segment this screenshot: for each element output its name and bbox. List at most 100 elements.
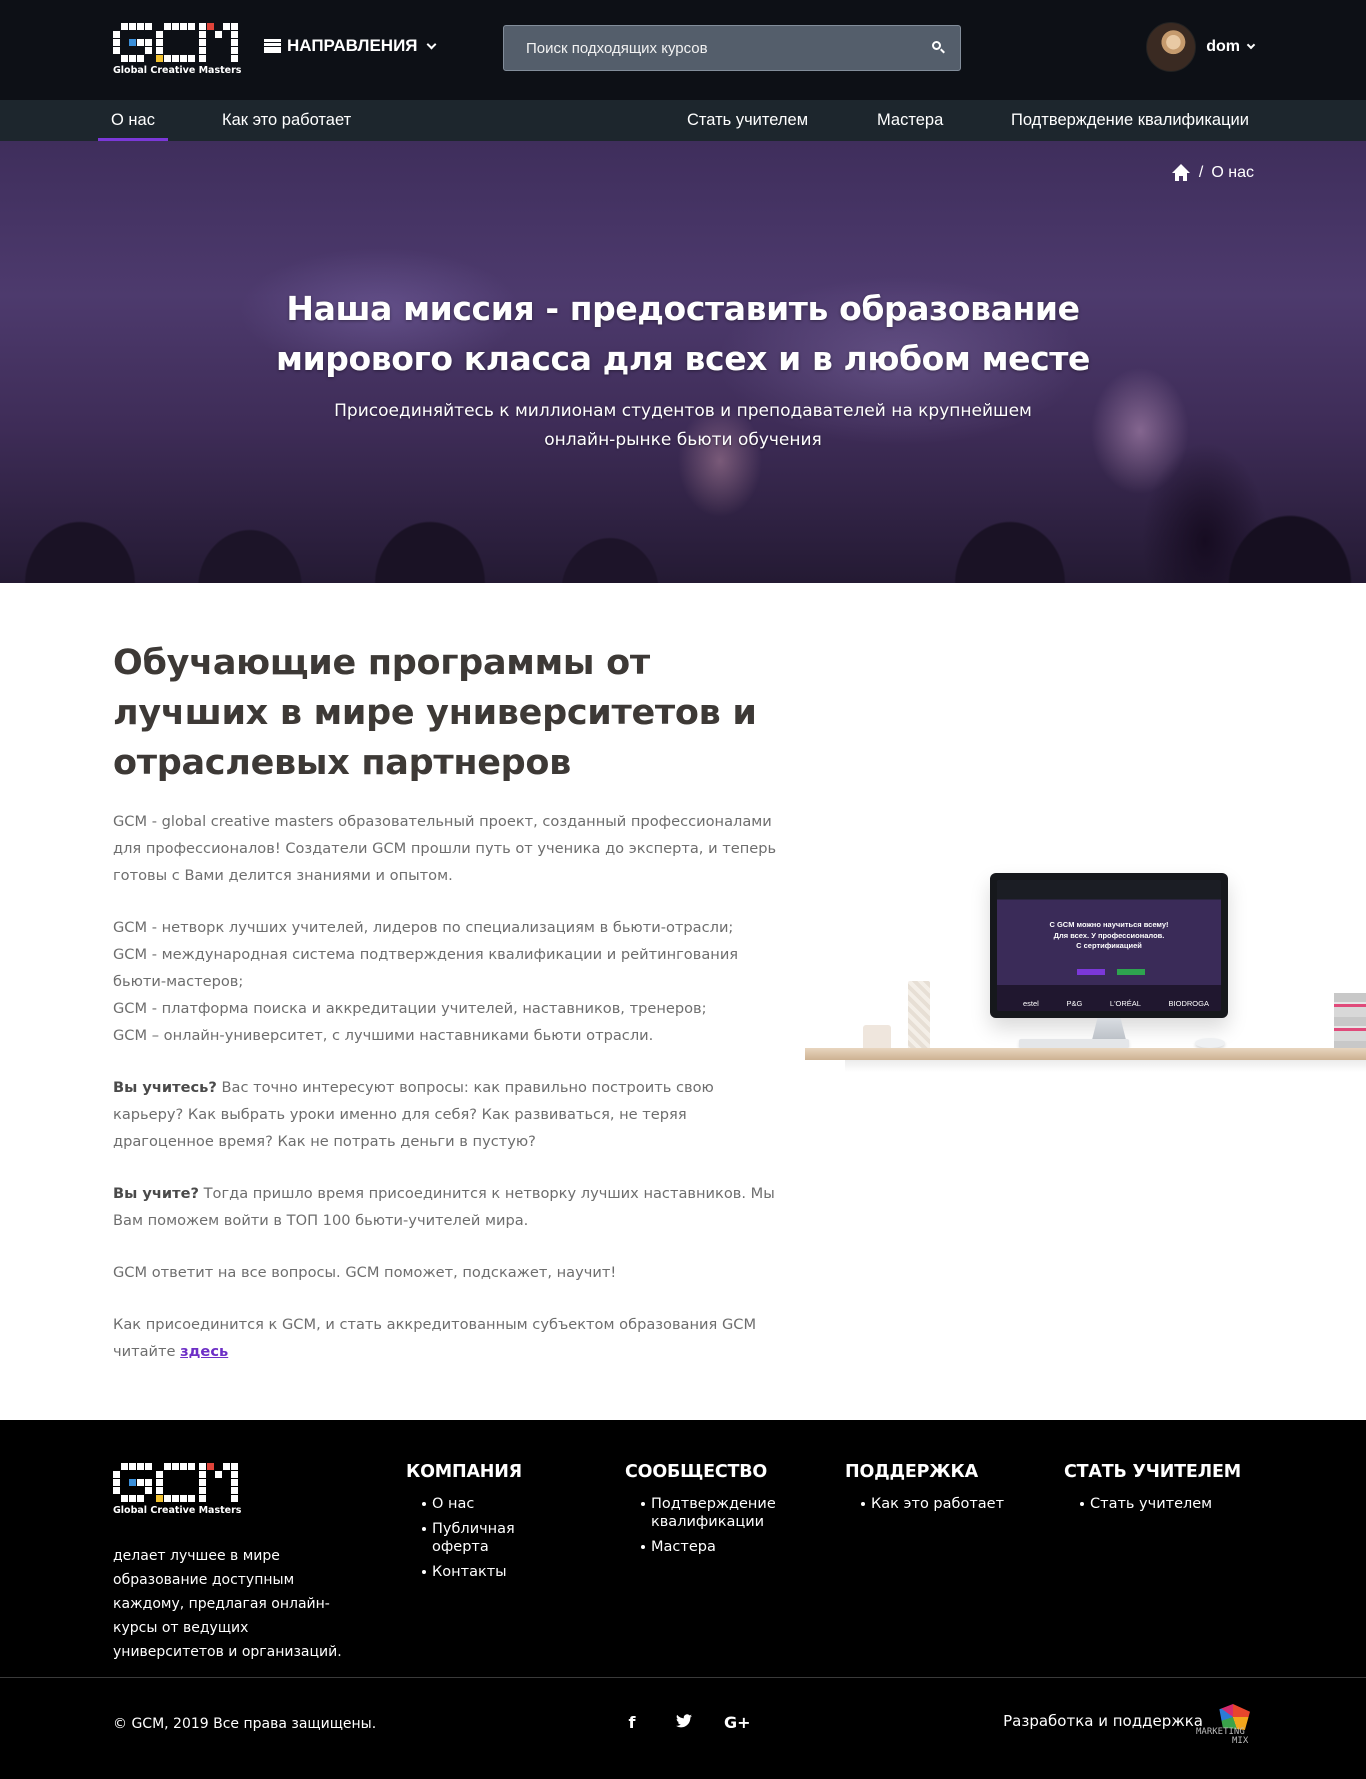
logo-letter — [113, 1463, 152, 1502]
facebook-icon[interactable]: f — [620, 1713, 644, 1732]
nav-how-it-works[interactable]: Как это работает — [222, 100, 351, 141]
gcm-logo[interactable]: Global Creative Masters — [113, 22, 242, 76]
about-section: Обучающие программы от лучших в мире уни… — [0, 583, 1366, 1420]
teachers-text: Тогда пришло время присоединится к нетво… — [113, 1185, 775, 1229]
desk-top — [805, 1048, 1366, 1060]
directions-menu[interactable]: НАПРАВЛЕНИЯ — [264, 36, 436, 56]
hero-background-photo — [0, 433, 1366, 583]
footer-column-title: СТАТЬ УЧИТЕЛЕМ — [1064, 1462, 1241, 1482]
twitter-icon[interactable] — [672, 1713, 696, 1732]
gcm-logo-mark — [113, 22, 239, 62]
gcm-logo-subtitle: Global Creative Masters — [113, 1505, 242, 1516]
screen-text: С GCM можно научиться всему! Для всех. У… — [997, 920, 1221, 952]
nav-become-teacher[interactable]: Стать учителем — [687, 100, 808, 141]
screen-brand: estel — [1023, 999, 1039, 1008]
hero-subtitle: Присоединяйтесь к миллионам студентов и … — [334, 401, 1032, 450]
username: dom — [1206, 38, 1240, 55]
footer-link[interactable]: О нас — [422, 1495, 572, 1513]
keyboard — [1019, 1039, 1129, 1048]
screen-brand-strip: estel P&G L'ORÉAL BIODROGA — [1023, 999, 1209, 1008]
user-menu[interactable]: dom — [1146, 22, 1256, 72]
footer-link[interactable]: Мастера — [641, 1538, 791, 1556]
logo-letter — [113, 23, 152, 62]
sub-navigation: О нас Как это работает Стать учителем Ма… — [0, 100, 1366, 141]
gcm-logo-subtitle: Global Creative Masters — [113, 65, 242, 76]
search-input[interactable] — [504, 26, 960, 70]
social-links: f G+ — [620, 1713, 751, 1732]
developed-by-label: Разработка и поддержка — [1003, 1712, 1203, 1730]
list-icon — [264, 39, 281, 53]
nav-about[interactable]: О нас — [98, 100, 168, 141]
footer-column-title: СООБЩЕСТВО — [625, 1462, 768, 1482]
about-feature-list: GCM - нетворк лучших учителей, лидеров п… — [113, 914, 778, 1049]
about-feature-item: GCM - нетворк лучших учителей, лидеров п… — [113, 919, 734, 936]
marketing-mix-logo[interactable]: MARKETING MIX — [1196, 1704, 1254, 1746]
chevron-down-icon — [426, 39, 436, 49]
google-plus-icon[interactable]: G+ — [724, 1713, 751, 1732]
top-header: Global Creative Masters НАПРАВЛЕНИЯ dom — [0, 0, 1366, 100]
hero-banner: / О нас Наша миссия - предоставить образ… — [0, 141, 1366, 583]
screen-button — [1077, 969, 1105, 975]
chevron-down-icon — [1246, 40, 1256, 50]
footer-column-support: ПОДДЕРЖКА Как это работает — [845, 1462, 1011, 1520]
footer-about-text: делает лучшее в мире образование доступн… — [113, 1548, 342, 1660]
footer-divider — [0, 1677, 1366, 1678]
hero-title: Наша миссия - предоставить образование м… — [276, 289, 1090, 378]
mouse — [1195, 1038, 1225, 1048]
join-here-link[interactable]: здесь — [180, 1343, 228, 1360]
about-heading: Обучающие программы от лучших в мире уни… — [113, 643, 757, 783]
logo-letter — [156, 1463, 195, 1502]
footer-link[interactable]: Контакты — [422, 1563, 572, 1581]
search-icon[interactable] — [930, 39, 948, 57]
breadcrumb-current: О нас — [1211, 164, 1254, 181]
monitor-screen: С GCM можно научиться всему! Для всех. У… — [997, 880, 1221, 1011]
footer-link[interactable]: Подтверждение квалификации — [641, 1495, 791, 1531]
screen-line: С сертификацией — [1076, 941, 1142, 950]
monitor-mockup: С GCM можно научиться всему! Для всех. У… — [990, 873, 1228, 1018]
about-paragraph: GCM - global creative masters образовате… — [113, 813, 777, 884]
footer-column-company: КОМПАНИЯ О нас Публичная оферта Контакты — [406, 1462, 572, 1588]
students-question: Вы учитесь? — [113, 1079, 217, 1096]
logo-letter — [156, 23, 195, 62]
screen-brand: P&G — [1066, 999, 1083, 1008]
footer-column-community: СООБЩЕСТВО Подтверждение квалификации Ма… — [625, 1462, 791, 1563]
footer-column-title: ПОДДЕРЖКА — [845, 1462, 978, 1482]
avatar[interactable] — [1146, 22, 1197, 72]
screen-button — [1117, 969, 1145, 975]
nav-masters[interactable]: Мастера — [877, 100, 943, 141]
directions-label: НАПРАВЛЕНИЯ — [287, 36, 418, 55]
desk-mockup-image: С GCM можно научиться всему! Для всех. У… — [805, 863, 1366, 1093]
search-box — [503, 25, 961, 71]
about-feature-item: GCM - международная система подтверждени… — [113, 946, 739, 990]
breadcrumb: / О нас — [1171, 164, 1254, 182]
about-join-paragraph: Как присоединится к GCM, и стать аккреди… — [113, 1311, 778, 1365]
footer-link[interactable]: Как это работает — [861, 1495, 1011, 1513]
footer-column-title: КОМПАНИЯ — [406, 1462, 522, 1482]
books-stack — [1334, 993, 1366, 1048]
screen-line: Для всех. У профессионалов. — [1053, 930, 1165, 940]
nav-qualification[interactable]: Подтверждение квалификации — [1011, 100, 1249, 141]
footer-column-become-teacher: СТАТЬ УЧИТЕЛЕМ Стать учителем — [1064, 1462, 1241, 1520]
breadcrumb-separator: / — [1198, 164, 1204, 181]
developer-logo-line: MIX — [1232, 1736, 1249, 1746]
footer-link[interactable]: Публичная оферта — [422, 1520, 572, 1556]
about-feature-item: GCM - платформа поиска и аккредитации уч… — [113, 1000, 707, 1017]
about-text: GCM - global creative masters образовате… — [113, 808, 778, 1390]
about-paragraph: GCM ответит на все вопросы. GCM поможет,… — [113, 1264, 617, 1281]
home-icon[interactable] — [1171, 164, 1191, 182]
footer: Global Creative Masters делает лучшее в … — [0, 1420, 1366, 1779]
about-paragraph-students: Вы учитесь? Вас точно интересуют вопросы… — [113, 1074, 778, 1155]
screen-brand: L'ORÉAL — [1109, 999, 1141, 1008]
footer-link[interactable]: Стать учителем — [1080, 1495, 1230, 1513]
about-paragraph-teachers: Вы учите? Тогда пришло время присоединит… — [113, 1180, 778, 1234]
screen-line: С GCM можно научиться всему! — [1049, 920, 1169, 929]
about-feature-item: GCM – онлайн-университет, с лучшими наст… — [113, 1027, 654, 1044]
copyright: © GCM, 2019 Все права защищены. — [113, 1716, 377, 1732]
logo-letter — [199, 1463, 238, 1502]
gcm-logo-mark — [113, 1462, 239, 1502]
logo-letter — [199, 23, 238, 62]
decor-lamp — [908, 981, 930, 1051]
footer-gcm-logo[interactable]: Global Creative Masters — [113, 1462, 242, 1516]
screen-brand: BIODROGA — [1168, 999, 1209, 1008]
teachers-question: Вы учите? — [113, 1185, 199, 1202]
